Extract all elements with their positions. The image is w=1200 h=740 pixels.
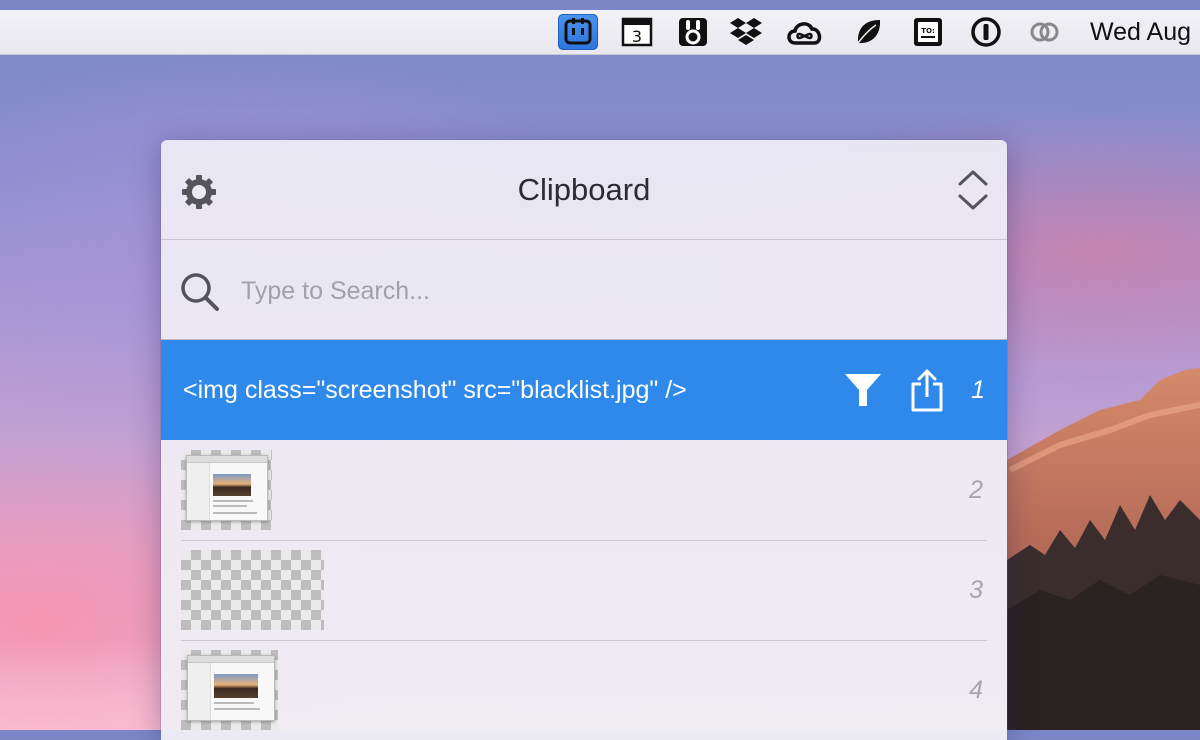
search-icon <box>181 273 219 311</box>
clipboard-item-2[interactable]: 2 <box>181 440 987 541</box>
clipboard-item-4[interactable]: 4 <box>181 640 987 740</box>
calendar-icon[interactable]: 3 <box>617 14 657 50</box>
item-index: 1 <box>971 376 985 404</box>
clipboard-item-text: <img class="screenshot" src="blacklist.j… <box>183 376 687 404</box>
menu-bar: 3 TO: Wed Aug <box>0 10 1200 55</box>
image-thumbnail <box>181 450 272 530</box>
gear-icon[interactable] <box>179 172 219 212</box>
clipboard-item-1[interactable]: <img class="screenshot" src="blacklist.j… <box>161 340 1007 440</box>
search-bar <box>161 240 1007 340</box>
calendar-day: 3 <box>632 27 642 46</box>
item-index: 3 <box>969 576 983 604</box>
panel-header: Clipboard <box>161 140 1007 240</box>
filter-icon[interactable] <box>844 372 882 408</box>
creative-cloud-icon[interactable] <box>785 14 825 50</box>
link-icon[interactable] <box>1024 14 1064 50</box>
screenshot-preview <box>186 455 268 521</box>
todo-icon[interactable]: TO: <box>908 14 948 50</box>
leaf-icon[interactable] <box>849 14 889 50</box>
item-index: 2 <box>969 476 983 504</box>
image-thumbnail <box>181 650 278 730</box>
menubar-clock[interactable]: Wed Aug <box>1090 10 1191 54</box>
screenshot-preview <box>187 655 275 721</box>
dropbox-icon[interactable] <box>726 14 766 50</box>
todo-label: TO: <box>921 27 935 35</box>
share-icon[interactable] <box>909 368 945 412</box>
search-input[interactable] <box>239 268 963 314</box>
bartender-icon[interactable] <box>673 14 713 50</box>
panel-title: Clipboard <box>517 172 651 207</box>
expand-collapse-icon[interactable] <box>956 168 990 212</box>
image-thumbnail <box>181 550 324 630</box>
clipboard-panel: Clipboard <img class="screenshot" src="b… <box>161 140 1007 740</box>
1password-icon[interactable] <box>966 14 1006 50</box>
item-index: 4 <box>969 676 983 704</box>
clipboard-app-icon[interactable] <box>558 14 598 50</box>
clipboard-item-3[interactable]: 3 <box>181 540 987 641</box>
